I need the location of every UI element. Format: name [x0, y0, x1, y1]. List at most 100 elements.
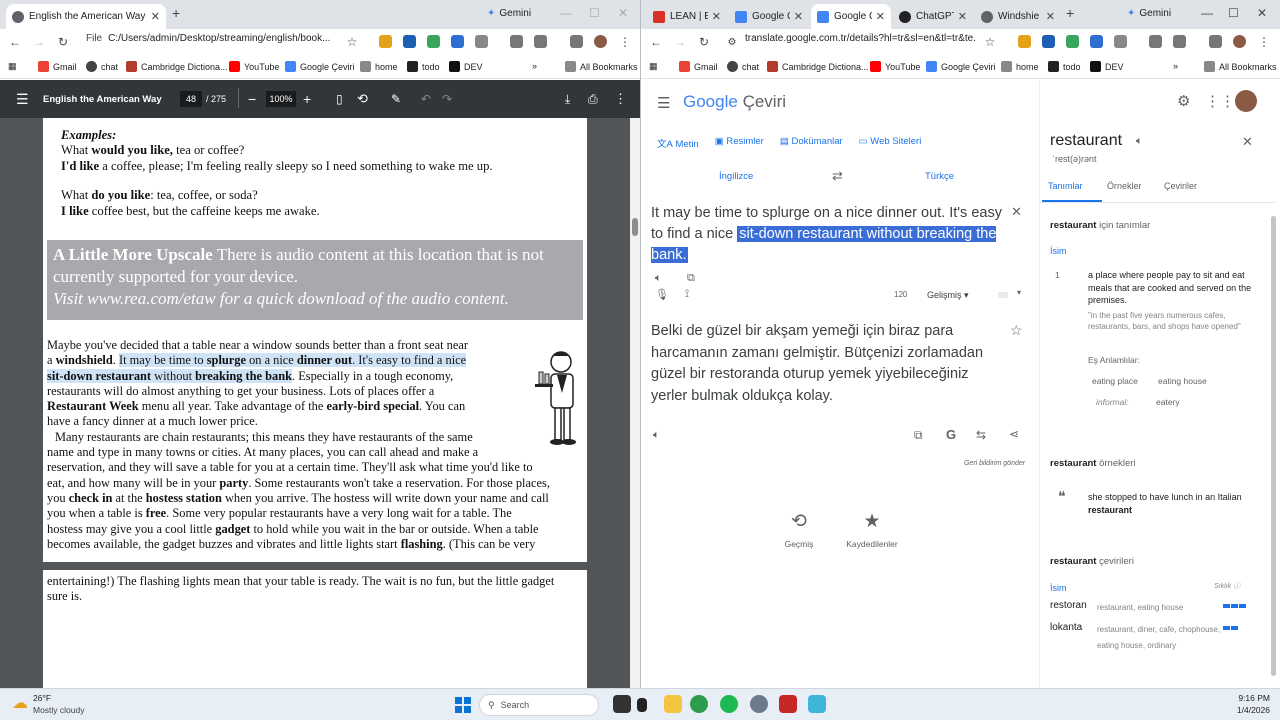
swap-languages-icon[interactable]: ⇄	[832, 168, 843, 184]
tab-chatgpt[interactable]: ChatGPT ✕	[893, 4, 973, 29]
spotify-icon[interactable]	[720, 695, 738, 713]
target-language[interactable]: Türkçe	[925, 171, 954, 182]
bookmark-youtube[interactable]: YouTube	[870, 61, 920, 72]
settings-app-icon[interactable]	[750, 695, 768, 713]
extension-icon[interactable]	[1066, 35, 1079, 48]
reading-icon[interactable]	[1173, 35, 1186, 48]
redo-icon[interactable]: ↷	[442, 92, 452, 106]
google-icon[interactable]: G	[946, 427, 956, 442]
listen-translation-icon[interactable]: 🔈︎	[653, 429, 660, 442]
zoom-in-icon[interactable]: +	[303, 91, 311, 107]
close-panel-icon[interactable]: ✕	[1242, 134, 1253, 150]
address-bar[interactable]: translate.google.com.tr/details?hl=tr&sl…	[745, 33, 975, 44]
help-icon[interactable]: ⓘ	[1233, 583, 1240, 590]
panel-scrollbar[interactable]	[1271, 216, 1276, 676]
apps-icon[interactable]: ▦	[649, 61, 658, 72]
all-bookmarks[interactable]: All Bookmarks	[565, 61, 638, 72]
new-tab-button[interactable]: +	[1066, 5, 1074, 21]
tab-documents[interactable]: ▤ Dokümanlar	[780, 136, 843, 150]
print-icon[interactable]: ⎙	[588, 92, 598, 107]
bookmark-gmail[interactable]: Gmail	[679, 61, 718, 72]
source-text-area[interactable]: It may be time to splurge on a nice dinn…	[651, 203, 1003, 266]
extension-icon[interactable]	[1090, 35, 1103, 48]
bookmark-dev[interactable]: DEV	[449, 61, 483, 72]
bookmark-cambridge[interactable]: Cambridge Dictiona...	[126, 61, 228, 72]
apps-icon[interactable]: ▦	[8, 61, 17, 72]
minimize-button[interactable]: —	[1201, 6, 1213, 20]
advanced-toggle[interactable]: Gelişmiş ▾	[927, 290, 969, 301]
gemini-button[interactable]: ✦ Gemini	[487, 8, 531, 19]
tab-text[interactable]: 文A Metin	[657, 136, 699, 150]
app-icon[interactable]	[779, 695, 797, 713]
rate-translation-icon[interactable]: ⇆	[976, 428, 986, 442]
windows-start-icon[interactable]	[455, 697, 471, 713]
bookmark-todo[interactable]: todo	[407, 61, 440, 72]
bookmark-todo[interactable]: todo	[1048, 61, 1081, 72]
undo-icon[interactable]: ↶	[421, 92, 431, 106]
task-view-icon[interactable]	[613, 695, 631, 713]
dropdown-caret-icon[interactable]: ▾	[1017, 288, 1021, 297]
tab-google-ceviri-2[interactable]: Google Ç ✕	[811, 4, 891, 29]
extension-icon[interactable]	[1018, 35, 1031, 48]
reload-icon[interactable]: ↻	[54, 33, 72, 51]
bookmark-google-ceviri[interactable]: Google Çeviri	[285, 61, 355, 72]
extension-icon[interactable]	[427, 35, 440, 48]
avatar[interactable]	[594, 35, 607, 48]
synonym-chip[interactable]: eatery	[1156, 397, 1180, 407]
hamburger-icon[interactable]: ☰	[16, 91, 29, 108]
close-window-button[interactable]: ✕	[1257, 6, 1267, 20]
copy-translation-icon[interactable]: ⧉	[914, 428, 923, 443]
scrollbar-thumb[interactable]	[632, 218, 638, 236]
menu-icon[interactable]: ⋮	[1255, 33, 1273, 51]
back-icon[interactable]: ←	[6, 33, 24, 51]
taskbar-search[interactable]: ⚲ Search	[479, 694, 599, 716]
bookmark-chat[interactable]: chat	[86, 61, 118, 72]
puzzle-icon[interactable]	[1114, 35, 1127, 48]
terminal-icon[interactable]	[637, 698, 647, 712]
tab-lean[interactable]: LEAN | En ✕	[647, 4, 727, 29]
microphone-icon[interactable]: 🎙︎	[655, 288, 669, 301]
back-icon[interactable]: ←	[647, 33, 665, 51]
download-icon[interactable]: ⤓	[565, 92, 570, 107]
save-star-icon[interactable]: ☆	[1010, 322, 1023, 339]
bookmark-chat[interactable]: chat	[727, 61, 759, 72]
tab-translations[interactable]: Çeviriler	[1164, 181, 1197, 191]
close-tab-icon[interactable]: ✕	[1046, 10, 1055, 23]
close-tab-icon[interactable]: ✕	[794, 10, 803, 23]
bookmark-home[interactable]: home	[1001, 61, 1039, 72]
chrome-icon[interactable]	[690, 695, 708, 713]
history-button[interactable]: ⟲ Geçmiş	[781, 510, 817, 549]
tab-windshield[interactable]: Windshie ✕	[975, 4, 1061, 29]
extension-icon[interactable]	[1042, 35, 1055, 48]
close-tab-icon[interactable]: ✕	[958, 10, 967, 23]
bookmark-dev[interactable]: DEV	[1090, 61, 1124, 72]
close-tab-icon[interactable]: ✕	[151, 10, 160, 23]
bookmark-gmail[interactable]: Gmail	[38, 61, 77, 72]
all-bookmarks[interactable]: All Bookmarks	[1204, 61, 1277, 72]
new-tab-button[interactable]: +	[172, 5, 180, 21]
avatar[interactable]	[1233, 35, 1246, 48]
puzzle-icon[interactable]	[475, 35, 488, 48]
speak-icon[interactable]: ⟟	[685, 288, 689, 301]
zoom-out-icon[interactable]: −	[248, 91, 256, 107]
synonym-chip[interactable]: eating house	[1158, 376, 1207, 386]
send-feedback-link[interactable]: Geri bildirim gönder	[964, 460, 1025, 467]
forward-icon[interactable]: →	[671, 33, 689, 51]
listen-word-icon[interactable]: 🔈︎	[1136, 135, 1143, 148]
bookmark-home[interactable]: home	[360, 61, 398, 72]
address-bar[interactable]: File C:/Users/admin/Desktop/streaming/eng…	[86, 33, 336, 44]
page-number-input[interactable]: 48	[180, 91, 202, 107]
maximize-button[interactable]: ☐	[1228, 6, 1239, 20]
tab-google-ceviri-1[interactable]: Google Ç ✕	[729, 4, 809, 29]
share-icon[interactable]: ⋖	[1009, 427, 1019, 441]
bookmark-star-icon[interactable]: ☆	[981, 33, 999, 51]
site-info-icon[interactable]: ⚙	[723, 33, 741, 51]
options-dropdown[interactable]	[998, 292, 1008, 298]
saved-button[interactable]: ★ Kaydedilenler	[841, 510, 903, 549]
tab-search-icon[interactable]	[1209, 35, 1222, 48]
tab-search-icon[interactable]	[570, 35, 583, 48]
maximize-button[interactable]: ☐	[589, 6, 600, 20]
more-bookmarks-icon[interactable]: »	[1173, 61, 1178, 71]
extension-icon[interactable]	[451, 35, 464, 48]
reload-icon[interactable]: ↻	[695, 33, 713, 51]
